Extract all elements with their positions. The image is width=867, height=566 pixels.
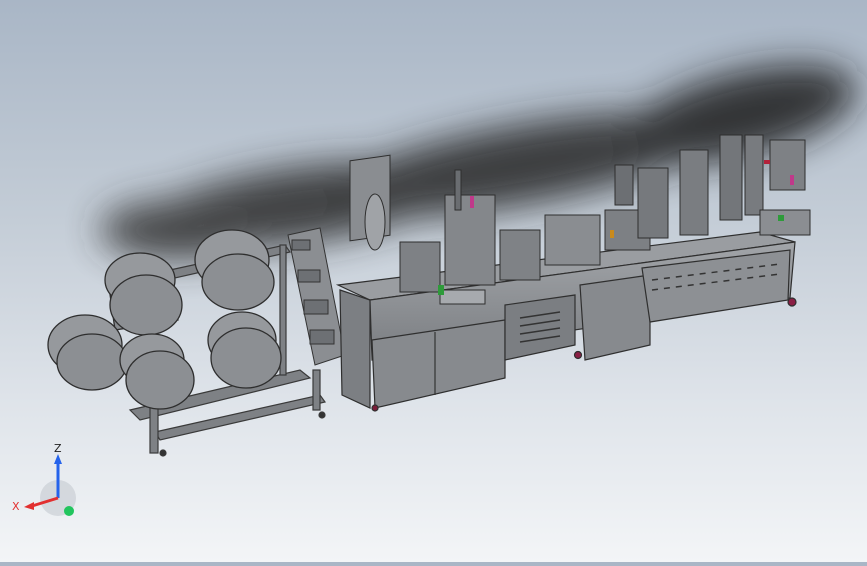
x-axis-label: X bbox=[12, 500, 20, 513]
z-axis-arrow bbox=[54, 454, 62, 464]
feeder-column bbox=[287, 227, 346, 366]
control-panel bbox=[439, 289, 486, 305]
roll-5 bbox=[207, 311, 282, 389]
orientation-triad: Z X bbox=[12, 442, 76, 516]
y-axis-marker bbox=[64, 506, 74, 516]
vent-panel bbox=[504, 294, 576, 361]
x-axis-arrow bbox=[24, 502, 34, 510]
roll-2 bbox=[194, 229, 275, 311]
z-axis-label: Z bbox=[54, 442, 62, 455]
cabinet-right bbox=[579, 274, 651, 361]
machine-model-render[interactable] bbox=[0, 0, 867, 562]
cad-viewport[interactable]: Z X bbox=[0, 0, 867, 562]
roll-1 bbox=[104, 252, 183, 336]
roll-4 bbox=[119, 333, 195, 410]
